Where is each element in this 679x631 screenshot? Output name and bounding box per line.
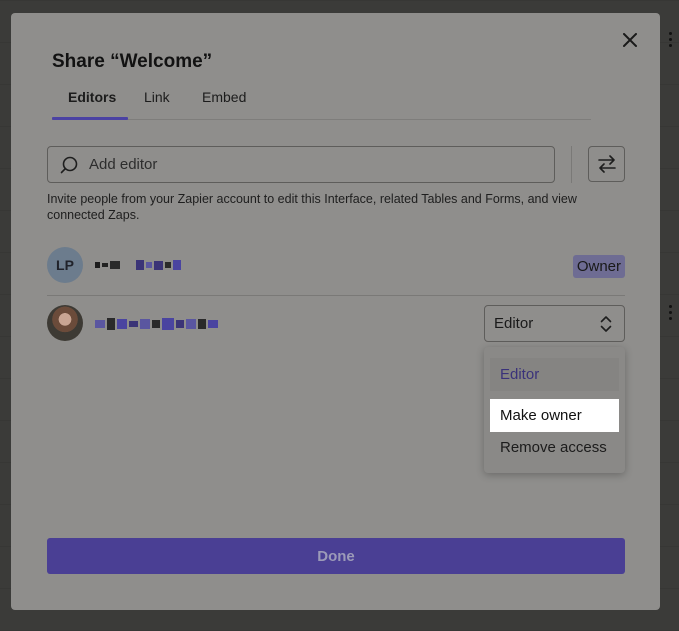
tab-editors[interactable]: Editors bbox=[68, 89, 116, 120]
role-dropdown-menu: Editor Make owner Remove access bbox=[484, 347, 625, 473]
helper-text: Invite people from your Zapier account t… bbox=[47, 192, 577, 222]
add-editor-input[interactable] bbox=[89, 156, 509, 173]
done-button-label: Done bbox=[317, 547, 355, 565]
vertical-divider bbox=[571, 146, 572, 183]
avatar bbox=[47, 305, 83, 341]
more-vertical-icon bbox=[669, 305, 673, 320]
tab-bar: Editors Link Embed bbox=[52, 89, 591, 120]
redacted-name bbox=[95, 316, 220, 332]
menu-item-editor[interactable]: Editor bbox=[490, 358, 619, 391]
menu-item-make-owner[interactable]: Make owner bbox=[490, 399, 619, 432]
menu-item-remove-access[interactable]: Remove access bbox=[490, 431, 619, 464]
tab-embed[interactable]: Embed bbox=[202, 89, 246, 120]
role-select-value: Editor bbox=[494, 315, 534, 332]
owner-badge: Owner bbox=[572, 255, 625, 278]
close-icon bbox=[623, 33, 637, 47]
role-select[interactable]: Editor bbox=[484, 305, 625, 342]
tab-link[interactable]: Link bbox=[144, 89, 170, 120]
done-button[interactable]: Done bbox=[47, 538, 625, 574]
add-editor-field[interactable] bbox=[47, 146, 555, 183]
member-row-owner: LP Owner bbox=[47, 247, 625, 287]
dialog-title: Share “Welcome” bbox=[52, 51, 213, 72]
member-row-editor: Editor bbox=[47, 305, 625, 345]
avatar: LP bbox=[47, 247, 83, 283]
swap-arrows-icon bbox=[597, 155, 616, 173]
swap-button[interactable] bbox=[588, 146, 625, 182]
close-button[interactable] bbox=[619, 29, 641, 51]
search-icon bbox=[60, 156, 78, 173]
chevron-up-down-icon bbox=[600, 315, 612, 332]
share-dialog: Share “Welcome” Editors Link Embed Invit… bbox=[11, 13, 660, 610]
row-divider bbox=[47, 295, 625, 296]
active-tab-indicator bbox=[52, 117, 128, 120]
more-vertical-icon bbox=[669, 32, 673, 47]
redacted-name bbox=[95, 257, 183, 273]
